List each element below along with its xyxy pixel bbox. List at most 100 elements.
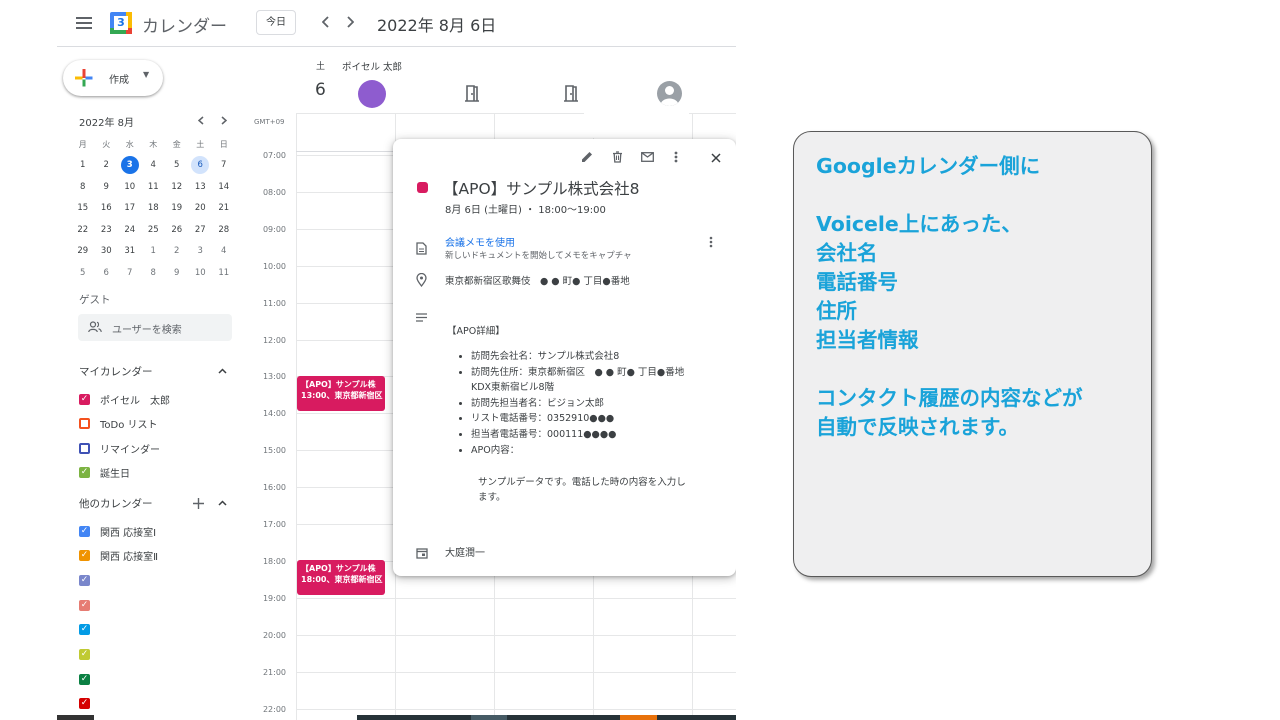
mini-calendar-day[interactable]: 28 [212, 221, 236, 239]
mini-calendar-day[interactable]: 3 [120, 156, 139, 174]
calendar-list-item[interactable]: ✓ [79, 621, 100, 639]
calendar-list-item[interactable]: ✓ 誕生日 [79, 464, 130, 482]
today-button[interactable]: 今日 [256, 10, 296, 35]
close-icon[interactable] [708, 150, 724, 166]
profile-avatar-icon[interactable] [657, 81, 682, 106]
day-number[interactable]: 6 [315, 80, 326, 100]
calendar-label: 関西 応接室Ⅱ [100, 552, 159, 564]
mini-calendar-day[interactable]: 9 [165, 264, 189, 282]
mini-calendar-day[interactable]: 19 [165, 199, 189, 217]
calendar-list-item[interactable]: ✓ [79, 670, 100, 688]
checkbox-icon[interactable] [79, 442, 90, 454]
mini-calendar-day[interactable]: 31 [118, 242, 142, 260]
more-options-icon[interactable] [706, 235, 716, 249]
calendar-list-item[interactable]: ✓ ポイセル 太郎 [79, 390, 170, 408]
calendar-event[interactable]: 【APO】サンプル株 18:00、東京都新宿区 [297, 560, 385, 595]
checkbox-icon[interactable]: ✓ [79, 673, 90, 685]
mini-calendar-day[interactable]: 24 [118, 221, 142, 239]
mini-calendar-day[interactable]: 5 [71, 264, 95, 282]
mini-calendar-day[interactable]: 21 [212, 199, 236, 217]
avatar[interactable] [358, 80, 386, 108]
collapse-icon[interactable] [215, 364, 229, 378]
time-label: 11:00 [262, 298, 286, 308]
mini-calendar-day[interactable]: 7 [212, 156, 236, 174]
calendar-list-item[interactable]: ToDo リスト [79, 415, 158, 433]
hamburger-icon[interactable] [73, 12, 95, 34]
calendar-list-item[interactable]: ✓ 関西 応接室Ⅰ [79, 522, 156, 540]
mini-calendar-day[interactable]: 16 [95, 199, 119, 217]
delete-icon[interactable] [609, 149, 625, 165]
edit-icon[interactable] [579, 149, 595, 165]
my-calendars-heading[interactable]: マイカレンダー [79, 364, 153, 379]
checkbox-icon[interactable]: ✓ [79, 649, 90, 660]
header-mask [584, 108, 689, 138]
calendar-list-item[interactable]: ✓ 関西 応接室Ⅱ [79, 547, 158, 565]
mini-calendar-day[interactable]: 10 [189, 264, 213, 282]
meeting-notes-link[interactable]: 会議メモを使用 [445, 234, 515, 249]
mini-calendar-day[interactable]: 11 [142, 178, 166, 196]
checkbox-icon[interactable]: ✓ [79, 574, 90, 586]
chevron-left-icon[interactable] [316, 12, 336, 32]
mini-prev-icon[interactable] [194, 113, 208, 127]
other-calendars-heading[interactable]: 他のカレンダー [79, 496, 153, 511]
time-label: 20:00 [262, 630, 286, 640]
time-label: 21:00 [262, 667, 286, 677]
checkbox-icon[interactable]: ✓ [79, 467, 90, 478]
checkbox-icon[interactable]: ✓ [79, 550, 90, 562]
mini-calendar-day[interactable]: 23 [95, 221, 119, 239]
more-options-icon[interactable] [670, 149, 682, 165]
calendar-list-item[interactable]: リマインダー [79, 439, 160, 457]
mini-calendar-day[interactable]: 30 [95, 242, 119, 260]
calendar-list-item[interactable]: ✓ [79, 695, 100, 713]
mini-calendar-day[interactable]: 29 [71, 242, 95, 260]
create-button[interactable]: 作成 ▼ [63, 60, 163, 96]
user-search-box[interactable]: ユーザーを検索 [78, 314, 232, 341]
mini-next-icon[interactable] [217, 113, 231, 127]
mini-calendar-day[interactable]: 14 [212, 178, 236, 196]
mini-calendar-day[interactable]: 1 [142, 242, 166, 260]
calendar-list-item[interactable]: ✓ [79, 646, 100, 664]
checkbox-icon[interactable]: ✓ [79, 599, 90, 611]
collapse-icon[interactable] [215, 496, 229, 510]
mini-calendar-day[interactable]: 11 [212, 264, 236, 282]
mini-calendar-day[interactable]: 2 [95, 156, 119, 174]
mini-calendar-day[interactable]: 4 [212, 242, 236, 260]
mini-calendar-day[interactable]: 4 [142, 156, 166, 174]
mini-calendar-day[interactable]: 15 [71, 199, 95, 217]
mini-calendar-day[interactable]: 27 [189, 221, 213, 239]
mini-calendar-day[interactable]: 8 [142, 264, 166, 282]
mini-calendar-day[interactable]: 25 [142, 221, 166, 239]
checkbox-icon[interactable]: ✓ [79, 525, 90, 537]
checkbox-icon[interactable]: ✓ [79, 698, 90, 710]
event-location[interactable]: 東京都新宿区歌舞伎 ● ● 町● 丁目●番地 [445, 273, 630, 287]
detail-item: 訪問先住所：東京都新宿区 ● ● 町● 丁目●番地 KDX東新宿ビル8階 [471, 365, 684, 396]
checkbox-icon[interactable]: ✓ [79, 393, 90, 405]
calendar-list-item[interactable]: ✓ [79, 571, 100, 589]
mini-calendar-day[interactable]: 13 [189, 178, 213, 196]
mini-calendar-day[interactable]: 9 [95, 178, 119, 196]
calendar-event[interactable]: 【APO】サンプル株 13:00、東京都新宿区 [297, 376, 385, 411]
add-calendar-icon[interactable] [190, 495, 206, 511]
calendar-list-item[interactable]: ✓ [79, 596, 100, 614]
mini-calendar-day[interactable]: 1 [71, 156, 95, 174]
mini-calendar-day[interactable]: 7 [118, 264, 142, 282]
mini-calendar-day[interactable]: 18 [142, 199, 166, 217]
mini-calendar-day[interactable]: 20 [189, 199, 213, 217]
mini-calendar-day[interactable]: 10 [118, 178, 142, 196]
mini-calendar-day[interactable]: 6 [191, 156, 210, 174]
mini-calendar-day[interactable]: 12 [165, 178, 189, 196]
chevron-right-icon[interactable] [340, 12, 360, 32]
mini-calendar-day[interactable]: 6 [95, 264, 119, 282]
mail-icon[interactable] [639, 149, 655, 165]
mini-calendar-day[interactable]: 22 [71, 221, 95, 239]
guest-heading: ゲスト [79, 294, 111, 306]
checkbox-icon[interactable]: ✓ [79, 624, 90, 636]
weekday: 土 [196, 140, 205, 149]
mini-calendar-day[interactable]: 8 [71, 178, 95, 196]
mini-calendar-day[interactable]: 5 [165, 156, 189, 174]
mini-calendar-day[interactable]: 26 [165, 221, 189, 239]
checkbox-icon[interactable] [79, 418, 90, 429]
mini-calendar-day[interactable]: 17 [118, 199, 142, 217]
mini-calendar-day[interactable]: 2 [165, 242, 189, 260]
mini-calendar-day[interactable]: 3 [189, 242, 213, 260]
